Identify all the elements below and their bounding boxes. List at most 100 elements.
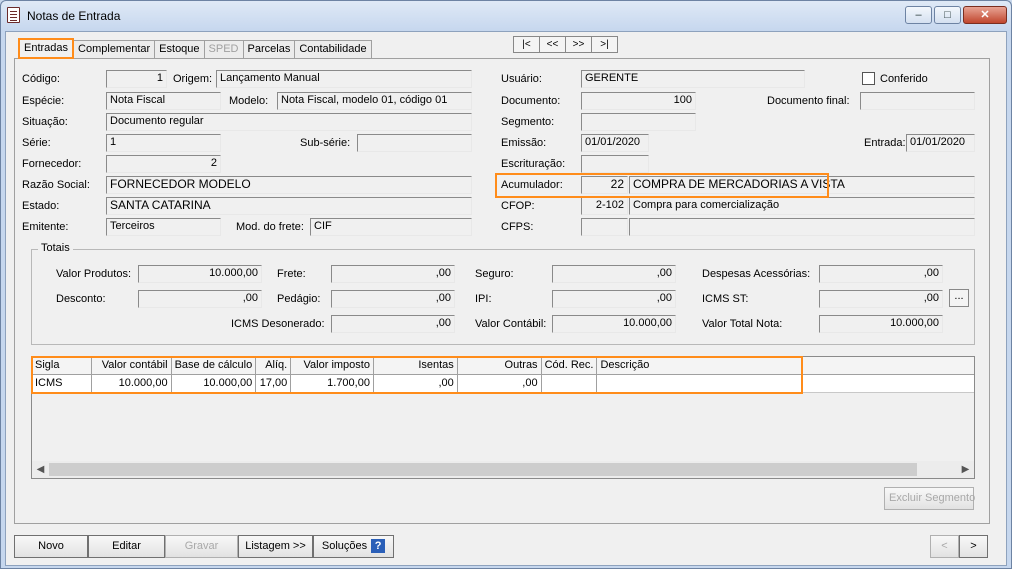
tab-contabilidade[interactable]: Contabilidade (294, 40, 372, 59)
frete-field[interactable]: ,00 (331, 265, 455, 283)
cfps-code-field[interactable] (581, 218, 628, 236)
icms-desonerado-field[interactable]: ,00 (331, 315, 455, 333)
cfps-description-field[interactable] (629, 218, 975, 236)
valor-produtos-field[interactable]: 10.000,00 (138, 265, 262, 283)
cell-sigla[interactable]: ICMS (32, 374, 92, 393)
despesas-acessorias-field[interactable]: ,00 (819, 265, 943, 283)
column-aliquota[interactable]: Alíq. (255, 357, 292, 375)
tab-entradas[interactable]: Entradas (18, 38, 75, 59)
cfop-code-field[interactable]: 2-102 (581, 197, 628, 215)
column-sigla[interactable]: Sigla (32, 357, 92, 375)
emissao-field[interactable]: 01/01/2020 (581, 134, 649, 152)
emitente-label: Emitente: (22, 221, 69, 233)
valor-produtos-label: Valor Produtos: (56, 268, 132, 280)
origem-field[interactable]: Lançamento Manual (216, 70, 472, 88)
especie-label: Espécie: (22, 95, 65, 107)
first-record-button[interactable]: |< (513, 36, 540, 53)
codigo-field[interactable]: 1 (106, 70, 167, 88)
escrituracao-field[interactable] (581, 155, 649, 173)
listagem-button[interactable]: Listagem >> (238, 535, 313, 558)
editar-button[interactable]: Editar (88, 535, 165, 558)
emitente-field[interactable]: Terceiros (106, 218, 221, 236)
cfop-description-field[interactable]: Compra para comercialização (629, 197, 975, 215)
previous-page-button[interactable]: < (930, 535, 959, 558)
razao-social-label: Razão Social: (22, 179, 90, 191)
subserie-field[interactable] (357, 134, 472, 152)
cell-isentas[interactable]: ,00 (373, 374, 458, 393)
seguro-field[interactable]: ,00 (552, 265, 676, 283)
valor-total-nota-field[interactable]: 10.000,00 (819, 315, 943, 333)
especie-field[interactable]: Nota Fiscal (106, 92, 221, 110)
acumulador-label: Acumulador: (501, 179, 563, 191)
solucoes-label: Soluções (321, 540, 368, 552)
column-valor-contabil[interactable]: Valor contábil (91, 357, 172, 375)
close-button[interactable]: ✕ (963, 6, 1007, 24)
previous-record-button[interactable]: << (539, 36, 566, 53)
help-icon: ? (371, 539, 386, 554)
mod-frete-field[interactable]: CIF (310, 218, 472, 236)
icms-desonerado-label: ICMS Desonerado: (231, 318, 325, 330)
razao-social-field[interactable]: FORNECEDOR MODELO (106, 176, 472, 194)
minimize-button[interactable]: – (905, 6, 932, 24)
column-valor-imposto[interactable]: Valor imposto (290, 357, 374, 375)
column-outras[interactable]: Outras (457, 357, 542, 375)
modelo-label: Modelo: (229, 95, 269, 107)
desconto-field[interactable]: ,00 (138, 290, 262, 308)
cell-descricao[interactable] (596, 374, 974, 393)
documento-label: Documento: (501, 95, 561, 107)
cell-outras[interactable]: ,00 (457, 374, 542, 393)
excluir-segmento-button[interactable]: Excluir Segmento (884, 487, 975, 510)
last-record-button[interactable]: >| (591, 36, 618, 53)
segmento-label: Segmento: (501, 116, 555, 128)
modelo-field[interactable]: Nota Fiscal, modelo 01, código 01 (277, 92, 472, 110)
conferido-label: Conferido (880, 73, 928, 85)
tab-estoque[interactable]: Estoque (154, 40, 205, 59)
tab-complementar[interactable]: Complementar (73, 40, 156, 59)
scrollbar-thumb[interactable] (49, 463, 917, 476)
estado-label: Estado: (22, 200, 60, 212)
cell-base-calculo[interactable]: 10.000,00 (171, 374, 257, 393)
fornecedor-field[interactable]: 2 (106, 155, 221, 173)
ipi-field[interactable]: ,00 (552, 290, 676, 308)
seguro-label: Seguro: (475, 268, 514, 280)
scroll-right-icon[interactable]: ▶ (957, 462, 974, 477)
column-isentas[interactable]: Isentas (373, 357, 458, 375)
next-record-button[interactable]: >> (565, 36, 592, 53)
column-descricao[interactable]: Descrição (596, 357, 974, 375)
situacao-field[interactable]: Documento regular (106, 113, 472, 131)
horizontal-scrollbar[interactable]: ◀ ▶ (32, 461, 974, 478)
entradas-panel: Código: 1 Origem: Lançamento Manual Espé… (14, 58, 990, 524)
column-base-calculo[interactable]: Base de cálculo (171, 357, 257, 375)
next-page-button[interactable]: > (959, 535, 988, 558)
icms-st-field[interactable]: ,00 (819, 290, 943, 308)
gravar-button[interactable]: Gravar (165, 535, 238, 558)
entrada-field[interactable]: 01/01/2020 (906, 134, 975, 152)
usuario-field[interactable]: GERENTE (581, 70, 805, 88)
document-icon (7, 7, 20, 23)
column-cod-rec[interactable]: Cód. Rec. (541, 357, 598, 375)
cell-aliquota[interactable]: 17,00 (255, 374, 292, 393)
cell-cod-rec[interactable] (541, 374, 598, 393)
cell-valor-imposto[interactable]: 1.700,00 (290, 374, 374, 393)
serie-field[interactable]: 1 (106, 134, 221, 152)
cell-valor-contabil[interactable]: 10.000,00 (91, 374, 172, 393)
cfps-label: CFPS: (501, 221, 534, 233)
tab-parcelas[interactable]: Parcelas (242, 40, 296, 59)
documento-final-field[interactable] (860, 92, 975, 110)
icms-st-more-button[interactable]: ... (949, 289, 969, 307)
pedagio-field[interactable]: ,00 (331, 290, 455, 308)
solucoes-button[interactable]: Soluções? (313, 535, 394, 558)
table-row[interactable]: ICMS 10.000,00 10.000,00 17,00 1.700,00 … (32, 374, 974, 393)
estado-field[interactable]: SANTA CATARINA (106, 197, 472, 215)
segmento-field[interactable] (581, 113, 696, 131)
conferido-checkbox[interactable] (862, 72, 875, 85)
scroll-left-icon[interactable]: ◀ (32, 462, 49, 477)
documento-field[interactable]: 100 (581, 92, 696, 110)
tab-sped[interactable]: SPED (203, 40, 244, 59)
acumulador-description-field[interactable]: COMPRA DE MERCADORIAS A VISTA (629, 176, 975, 194)
maximize-button[interactable]: □ (934, 6, 961, 24)
acumulador-code-field[interactable]: 22 (581, 176, 628, 194)
valor-contabil-field[interactable]: 10.000,00 (552, 315, 676, 333)
tab-strip: Entradas Complementar Estoque SPED Parce… (18, 38, 372, 59)
novo-button[interactable]: Novo (14, 535, 88, 558)
